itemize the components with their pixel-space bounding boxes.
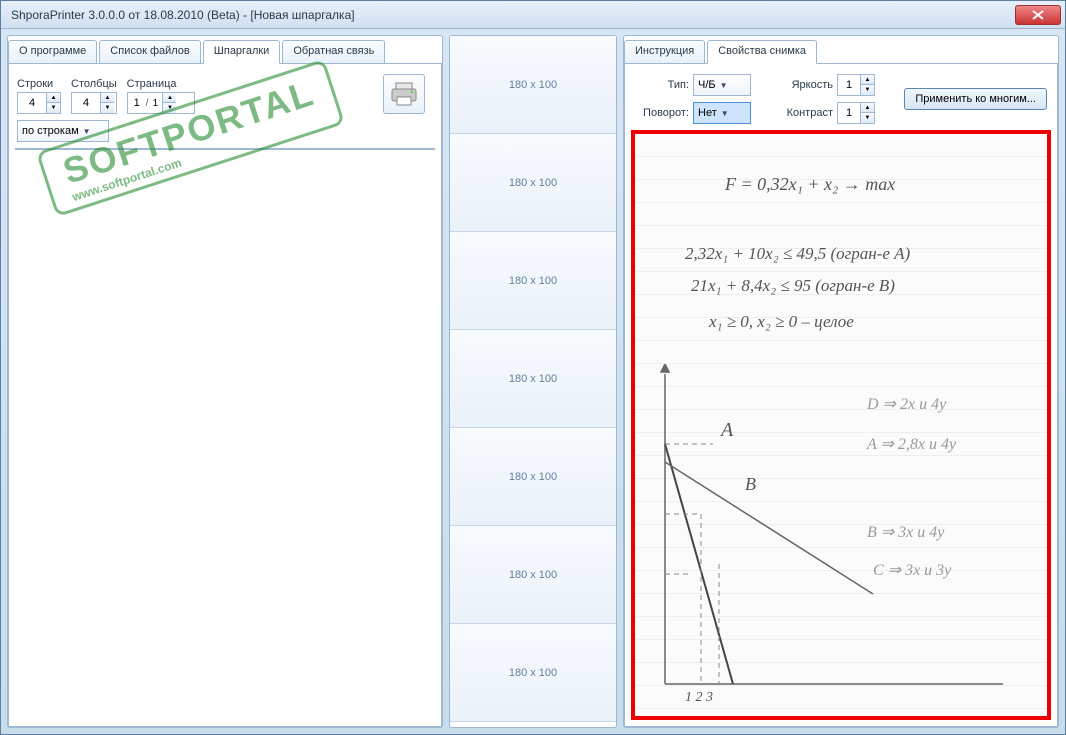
- cols-spinner[interactable]: ▲▼: [71, 92, 117, 114]
- contrast-spinner[interactable]: ▲▼: [837, 102, 875, 124]
- brightness-up[interactable]: ▲: [860, 75, 874, 85]
- chevron-down-icon: ▼: [83, 127, 91, 136]
- point-label: B: [745, 474, 756, 495]
- rotate-label: Поворот:: [635, 107, 689, 119]
- chevron-down-icon: ▼: [721, 109, 729, 118]
- left-tabs: О программе Список файлов Шпаргалки Обра…: [8, 40, 442, 64]
- brightness-input[interactable]: [838, 79, 860, 91]
- contrast-down[interactable]: ▼: [860, 113, 874, 123]
- note-text: C ⇒ 3x и 3y: [873, 560, 951, 580]
- type-combo[interactable]: Ч/Б ▼: [693, 74, 751, 96]
- grid-cell[interactable]: матрица A\n|A|=det\nранг r(A)\nA⁻¹·A=E\n…: [334, 149, 435, 150]
- contrast-label: Контраст: [779, 107, 833, 119]
- contrast-input[interactable]: [838, 107, 860, 119]
- snapshot-preview: F = 0,32x₁ + x₂ → max 2,32x₁ + 10x₂ ≤ 49…: [631, 130, 1051, 720]
- equation-text: x₁ ≥ 0, x₂ ≥ 0 – целое: [709, 312, 854, 332]
- chevron-down-icon: ▼: [720, 81, 728, 90]
- close-icon: [1032, 10, 1044, 20]
- titlebar: ShporaPrinter 3.0.0.0 от 18.08.2010 (Bet…: [1, 1, 1065, 29]
- tab-about[interactable]: О программе: [8, 40, 97, 64]
- type-label: Тип:: [635, 79, 689, 91]
- slot-item[interactable]: 180 x 100: [450, 526, 616, 624]
- order-combo[interactable]: по строкам ▼: [17, 120, 109, 142]
- apply-to-many-button[interactable]: Применить ко многим...: [904, 88, 1047, 110]
- contrast-up[interactable]: ▲: [860, 103, 874, 113]
- cols-up[interactable]: ▲: [100, 93, 114, 103]
- slot-item[interactable]: 180 x 100: [450, 330, 616, 428]
- equation-text: 21x₁ + 8,4x₂ ≤ 95 (огран-е B): [691, 276, 895, 296]
- tab-feedback[interactable]: Обратная связь: [282, 40, 385, 64]
- point-label: A: [721, 419, 733, 442]
- rows-label: Строки: [17, 78, 61, 90]
- page-label: Страница: [127, 78, 195, 90]
- slot-item[interactable]: 180 x 100: [450, 134, 616, 232]
- slot-item[interactable]: 180 x 100: [450, 624, 616, 722]
- brightness-label: Яркость: [779, 79, 833, 91]
- page-grid[interactable]: f(x)=2x+3\nsin a cos b\nlim x→0\n∫ dx = …: [15, 148, 435, 150]
- rows-down[interactable]: ▼: [46, 103, 60, 113]
- slot-item[interactable]: 180 x 100: [450, 36, 616, 134]
- rows-input[interactable]: [18, 97, 46, 109]
- print-button[interactable]: [383, 74, 425, 114]
- cols-input[interactable]: [72, 97, 100, 109]
- tab-snapshot-properties[interactable]: Свойства снимка: [707, 40, 817, 64]
- grid-cell-selected[interactable]: F=0,32x₁+x₂→max\n2,32x₁+10x₂≤49,5 (огр A…: [226, 149, 334, 150]
- graph-sketch: [643, 364, 1023, 720]
- slot-list[interactable]: 180 x 100 180 x 100 180 x 100 180 x 100 …: [450, 36, 616, 727]
- page-up[interactable]: ▲: [162, 93, 176, 103]
- cols-down[interactable]: ▼: [100, 103, 114, 113]
- tab-cheatsheets[interactable]: Шпаргалки: [203, 40, 281, 64]
- equation-text: F = 0,32x₁ + x₂ → max: [725, 174, 895, 195]
- equation-text: 2,32x₁ + 10x₂ ≤ 49,5 (огран-е A): [685, 244, 910, 264]
- close-button[interactable]: [1015, 5, 1061, 25]
- brightness-down[interactable]: ▼: [860, 85, 874, 95]
- grid-cell[interactable]: a²+b²=c²\ne^{iπ}=-1\nΣk = n(n+1)/2\nlog …: [121, 149, 226, 150]
- grid-cell[interactable]: f(x)=2x+3\nsin a cos b\nlim x→0\n∫ dx = …: [16, 149, 121, 150]
- right-tabs: Инструкция Свойства снимка: [624, 40, 1058, 64]
- window-title: ShporaPrinter 3.0.0.0 от 18.08.2010 (Bet…: [5, 8, 1015, 22]
- tab-filelist[interactable]: Список файлов: [99, 40, 200, 64]
- axis-ticks: 1 2 3: [685, 690, 713, 706]
- rows-up[interactable]: ▲: [46, 93, 60, 103]
- printer-icon: [390, 81, 418, 107]
- tab-instruction[interactable]: Инструкция: [624, 40, 705, 64]
- page-down[interactable]: ▼: [162, 103, 176, 113]
- rotate-combo[interactable]: Нет ▼: [693, 102, 751, 124]
- brightness-spinner[interactable]: ▲▼: [837, 74, 875, 96]
- slot-item[interactable]: 180 x 100: [450, 428, 616, 526]
- rows-spinner[interactable]: ▲▼: [17, 92, 61, 114]
- note-text: A ⇒ 2,8x и 4y: [867, 434, 956, 454]
- note-text: D ⇒ 2x и 4y: [867, 394, 946, 414]
- cols-label: Столбцы: [71, 78, 117, 90]
- note-text: B ⇒ 3x и 4y: [867, 522, 944, 542]
- page-spinner[interactable]: / 1 ▲▼: [127, 92, 195, 114]
- slot-item[interactable]: 180 x 100: [450, 232, 616, 330]
- page-input[interactable]: [128, 97, 146, 109]
